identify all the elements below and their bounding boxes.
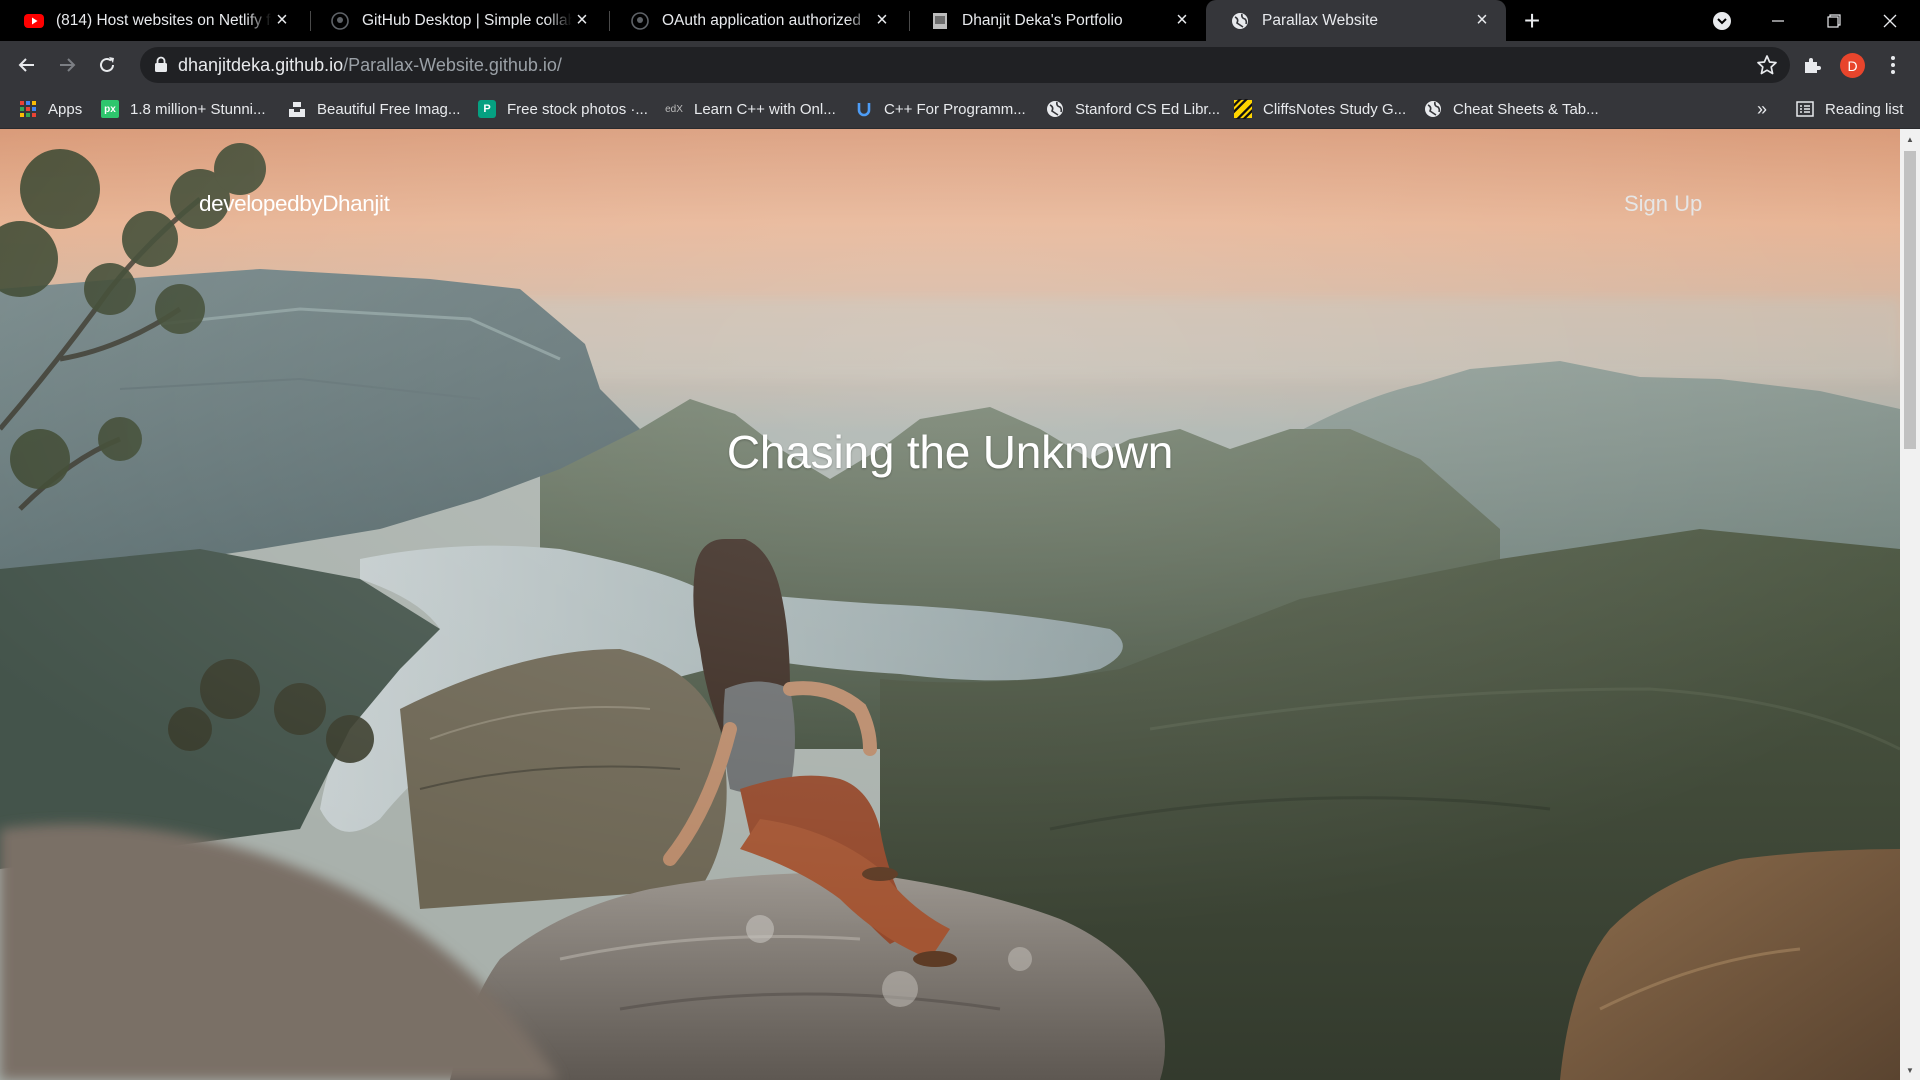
tab-title: OAuth application authorized (662, 11, 862, 29)
tab-title: GitHub Desktop | Simple collabor (362, 11, 572, 29)
udemy-icon (855, 100, 873, 118)
tab-title: Dhanjit Deka's Portfolio (962, 11, 1123, 29)
extensions-button[interactable] (1796, 49, 1828, 81)
hero-landscape-image (0, 129, 1900, 1080)
tab-title: Parallax Website (1262, 11, 1379, 29)
bookmark-star-icon[interactable] (1756, 54, 1778, 81)
bookmark-cheatsheets[interactable]: Cheat Sheets & Tab... (1424, 89, 1599, 129)
bookmark-label: Learn C++ with Onl... (694, 100, 836, 118)
cliffsnotes-icon (1234, 99, 1252, 119)
close-icon[interactable]: × (1472, 9, 1492, 31)
github-icon (330, 11, 350, 31)
bookmark-label: Apps (48, 100, 83, 118)
bookmark-cliffsnotes[interactable]: CliffsNotes Study G... (1234, 89, 1406, 129)
scrollbar-thumb[interactable] (1904, 151, 1916, 449)
forward-button[interactable] (51, 49, 83, 81)
bookmark-unsplash[interactable]: Beautiful Free Imag... (288, 89, 460, 129)
url-path: /Parallax-Website.github.io/ (343, 55, 562, 75)
bookmark-udemy[interactable]: C++ For Programm... (855, 89, 1026, 129)
profile-avatar[interactable]: D (1840, 53, 1865, 78)
bookmark-label: 1.8 million+ Stunni... (130, 100, 266, 118)
reload-button[interactable] (91, 49, 123, 81)
chevron-down-icon (1713, 11, 1731, 30)
browser-toolbar: dhanjitdeka.github.io/Parallax-Website.g… (0, 41, 1920, 89)
bookmark-label: Cheat Sheets & Tab... (1453, 100, 1599, 118)
apps-grid-icon (19, 100, 37, 118)
minimize-button[interactable] (1750, 0, 1806, 41)
hero-headline: Chasing the Unknown (726, 426, 1174, 478)
close-icon (1883, 14, 1897, 27)
reading-list-label: Reading list (1825, 100, 1904, 118)
bookmark-stanford[interactable]: Stanford CS Ed Libr... (1046, 89, 1220, 129)
tab-search-button[interactable] (1694, 0, 1750, 41)
edx-icon: edX (665, 103, 683, 115)
address-bar[interactable]: dhanjitdeka.github.io/Parallax-Website.g… (140, 47, 1790, 83)
back-arrow-icon (18, 58, 34, 72)
reload-icon (100, 57, 114, 72)
close-icon[interactable]: × (1172, 9, 1192, 31)
url-host: dhanjitdeka.github.io (178, 55, 344, 75)
close-icon[interactable]: × (272, 9, 292, 31)
bookmark-label: CliffsNotes Study G... (1263, 100, 1407, 118)
back-button[interactable] (11, 49, 43, 81)
scroll-up-arrow-icon[interactable]: ▲ (1904, 133, 1916, 145)
restore-button[interactable] (1806, 0, 1862, 41)
site-brand-logo[interactable]: developedbyDhanjit (199, 191, 390, 217)
kebab-menu-icon (1891, 56, 1895, 74)
restore-icon (1827, 13, 1841, 28)
new-tab-button[interactable]: + (1514, 3, 1550, 39)
close-window-button[interactable] (1862, 0, 1918, 41)
tab-strip: (814) Host websites on Netlify fo × GitH… (0, 0, 1920, 41)
scroll-down-arrow-icon[interactable]: ▼ (1904, 1064, 1916, 1076)
puzzle-icon (1805, 58, 1821, 73)
pixabay-icon: px (101, 100, 119, 118)
close-icon[interactable]: × (572, 9, 592, 31)
page-viewport: developedbyDhanjit Sign Up Chasing the U… (0, 129, 1900, 1080)
page-scrollbar[interactable]: ▲ ▼ (1900, 129, 1920, 1080)
url-text[interactable]: dhanjitdeka.github.io/Parallax-Website.g… (178, 55, 562, 76)
lock-icon[interactable] (154, 56, 168, 78)
tab-title: (814) Host websites on Netlify fo (56, 11, 272, 29)
bookmark-apps[interactable]: Apps (19, 89, 82, 129)
github-icon (630, 11, 650, 31)
tab-github-desktop[interactable]: GitHub Desktop | Simple collabor × (306, 0, 606, 41)
tab-oauth[interactable]: OAuth application authorized × (606, 0, 906, 41)
bookmark-label: Beautiful Free Imag... (317, 100, 461, 118)
globe-icon (1046, 100, 1064, 118)
close-icon[interactable]: × (872, 9, 892, 31)
tab-parallax-active[interactable]: Parallax Website × (1206, 0, 1506, 41)
bookmarks-bar: Apps px 1.8 million+ Stunni... Beautiful… (0, 89, 1920, 129)
tab-youtube[interactable]: (814) Host websites on Netlify fo × (0, 0, 306, 41)
reading-list-button[interactable]: Reading list (1796, 89, 1903, 129)
globe-icon (1424, 100, 1442, 118)
bookmark-pixabay[interactable]: px 1.8 million+ Stunni... (101, 89, 266, 129)
unsplash-icon (288, 100, 306, 118)
bookmark-label: Free stock photos ·... (507, 100, 648, 118)
bookmark-label: Stanford CS Ed Libr... (1075, 100, 1221, 118)
bookmark-label: C++ For Programm... (884, 100, 1026, 118)
bookmark-edx[interactable]: edX Learn C++ with Onl... (665, 89, 836, 129)
minimize-icon (1772, 19, 1784, 22)
portfolio-icon (930, 11, 950, 31)
pexels-icon: P (478, 100, 496, 118)
globe-icon (1230, 11, 1250, 31)
youtube-icon (24, 11, 44, 31)
tab-portfolio[interactable]: Dhanjit Deka's Portfolio × (906, 0, 1206, 41)
bookmarks-overflow-button[interactable]: » (1757, 89, 1767, 129)
menu-button[interactable] (1877, 49, 1909, 81)
reading-list-icon (1796, 100, 1814, 118)
forward-arrow-icon (60, 58, 76, 72)
signup-link[interactable]: Sign Up (1624, 191, 1702, 217)
bookmark-pexels[interactable]: P Free stock photos ·... (478, 89, 648, 129)
